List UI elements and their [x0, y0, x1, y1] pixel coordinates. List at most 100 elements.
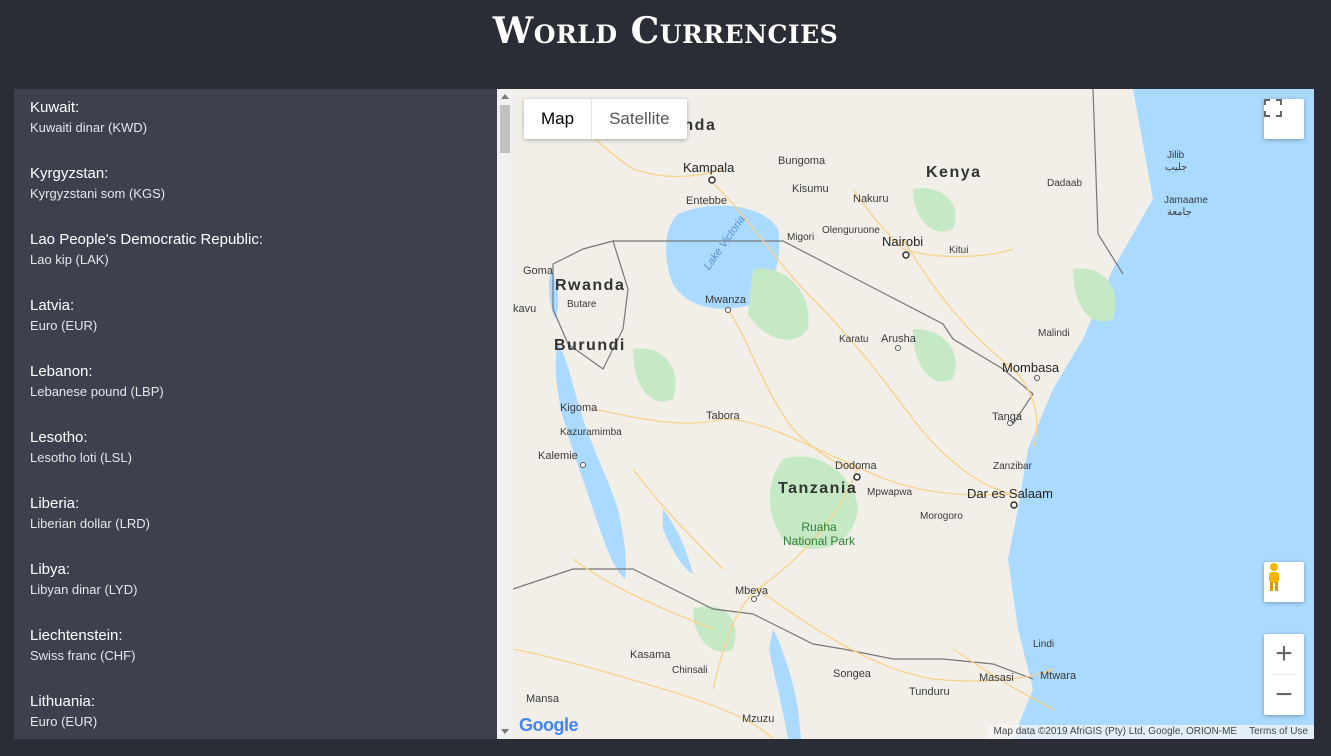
list-item: Kyrgyzstan: Kyrgyzstani som (KGS) [30, 165, 490, 201]
list-item: Lebanon: Lebanese pound (LBP) [30, 363, 490, 399]
map-label-kisumu: Kisumu [792, 183, 829, 195]
page-title: World Currencies [492, 10, 839, 52]
park-shape [693, 606, 736, 652]
map-label-songea: Songea [833, 668, 871, 680]
map-label-rwanda: Rwanda [555, 277, 626, 294]
map-label-kampala: Kampala [683, 160, 735, 175]
map-label-nairobi: Nairobi [882, 234, 924, 249]
map-label-masasi: Masasi [979, 672, 1014, 684]
map-label-tanga: Tanga [992, 411, 1022, 423]
map-view[interactable]: anda Kenya Rwanda Burundi Tanzania Kampa… [513, 89, 1314, 739]
country-name: Lao People's Democratic Republic: [30, 231, 263, 248]
list-item: Liechtenstein: Swiss franc (CHF) [30, 627, 490, 663]
currency-name: Libyan dinar (LYD) [30, 582, 138, 597]
map-label-burundi: Burundi [554, 337, 626, 354]
map-label-arusha: Arusha [881, 333, 916, 345]
park-shape [913, 188, 956, 232]
map-label-olenguruone: Olenguruone [822, 225, 880, 236]
map-label-goma: Goma [523, 265, 553, 277]
list-item: Lao People's Democratic Republic: Lao ki… [30, 231, 490, 267]
map-label-tunduru: Tunduru [909, 686, 950, 698]
city-marker [1034, 375, 1040, 381]
map-label-nakuru: Nakuru [853, 193, 889, 205]
city-marker [1010, 501, 1018, 509]
country-name: Lebanon: [30, 363, 93, 380]
map-label-lindi: Lindi [1033, 639, 1055, 650]
map-label-butare: Butare [567, 299, 597, 310]
lake-rukwa-shape [663, 509, 693, 574]
city-marker [708, 176, 716, 184]
map-label-entebbe: Entebbe [686, 195, 727, 207]
map-label-kalemie: Kalemie [538, 450, 578, 462]
currency-name: Kuwaiti dinar (KWD) [30, 120, 148, 135]
map-label-bungoma: Bungoma [778, 155, 826, 167]
map-label-ruaha: Ruaha National Park [783, 520, 855, 548]
scroll-thumb[interactable] [500, 105, 510, 153]
fullscreen-icon [1264, 99, 1282, 117]
currency-name: Lao kip (LAK) [30, 252, 109, 267]
map-label-kitui: Kitui [949, 245, 969, 256]
road-line [757, 588, 1054, 682]
country-name: Latvia: [30, 297, 75, 314]
country-name: Liberia: [30, 495, 80, 512]
country-name: Libya: [30, 561, 71, 578]
currency-name: Liberian dollar (LRD) [30, 516, 150, 531]
map-label-chinsali: Chinsali [672, 665, 708, 676]
country-name: Lithuania: [30, 693, 96, 710]
list-item: Lithuania: Euro (EUR) [30, 693, 490, 729]
city-marker [751, 596, 757, 602]
list-item: Kuwait: Kuwaiti dinar (KWD) [30, 99, 490, 135]
list-item: Libya: Libyan dinar (LYD) [30, 561, 490, 597]
map-label-mpwapwa: Mpwapwa [867, 487, 913, 498]
map-label-morogoro: Morogoro [920, 511, 963, 522]
map-label-karatu: Karatu [839, 334, 869, 345]
map-label-kenya: Kenya [926, 164, 982, 181]
map-label-jamaame: Jamaame [1164, 195, 1208, 206]
map-label-mtwara: Mtwara [1040, 670, 1077, 682]
street-view-button[interactable] [1264, 562, 1304, 602]
map-label-kasama: Kasama [630, 649, 671, 661]
zoom-control: + − [1264, 634, 1304, 715]
map-type-map-button[interactable]: Map [524, 99, 591, 139]
list-item: Latvia: Euro (EUR) [30, 297, 490, 333]
map-label-tabora: Tabora [706, 410, 740, 422]
map-label-mzuzu: Mzuzu [742, 713, 775, 725]
city-marker [725, 307, 731, 313]
scroll-down-icon[interactable] [501, 729, 509, 734]
google-logo[interactable]: Google [519, 715, 579, 736]
map-label-kigoma: Kigoma [560, 402, 598, 414]
terms-of-use-link[interactable]: Terms of Use [1243, 725, 1314, 739]
map-label-mombasa: Mombasa [1002, 360, 1060, 375]
map-label-dodoma: Dodoma [835, 460, 877, 472]
google-logo-text: Google [519, 715, 579, 735]
country-name: Kuwait: [30, 99, 80, 116]
country-name: Kyrgyzstan: [30, 165, 109, 182]
map-label-kazuramimba: Kazuramimba [560, 427, 622, 438]
map-label-dar-es-salaam: Dar es Salaam [967, 486, 1053, 501]
map-label-malindi: Malindi [1038, 328, 1070, 339]
map-type-satellite-button[interactable]: Satellite [591, 99, 686, 139]
map-label-mansa: Mansa [526, 693, 560, 705]
currency-name: Euro (EUR) [30, 318, 98, 333]
map-label-mwanza: Mwanza [705, 294, 746, 306]
list-scrollbar[interactable] [497, 89, 513, 739]
map-label-dadaab: Dadaab [1047, 178, 1083, 189]
map-type-control: Map Satellite [524, 99, 687, 139]
currency-list[interactable]: Kuwait: Kuwaiti dinar (KWD) Kyrgyzstan: … [14, 89, 497, 739]
currency-name: Swiss franc (CHF) [30, 648, 136, 663]
map-label-kavu: kavu [513, 303, 537, 315]
city-marker [902, 251, 910, 259]
park-shape [1073, 268, 1116, 322]
map-canvas [513, 89, 1314, 739]
currency-name: Lebanese pound (LBP) [30, 384, 164, 399]
list-item: Liberia: Liberian dollar (LRD) [30, 495, 490, 531]
scroll-up-icon[interactable] [501, 94, 509, 99]
border-line [513, 568, 574, 590]
zoom-out-button[interactable]: − [1264, 675, 1304, 715]
city-marker [580, 462, 586, 468]
map-label-ruaha-line2: National Park [783, 534, 856, 548]
zoom-in-button[interactable]: + [1264, 634, 1304, 674]
fullscreen-button[interactable] [1264, 99, 1304, 139]
list-item: Lesotho: Lesotho loti (LSL) [30, 429, 490, 465]
map-label-jilib-ar: جليب [1165, 162, 1188, 173]
